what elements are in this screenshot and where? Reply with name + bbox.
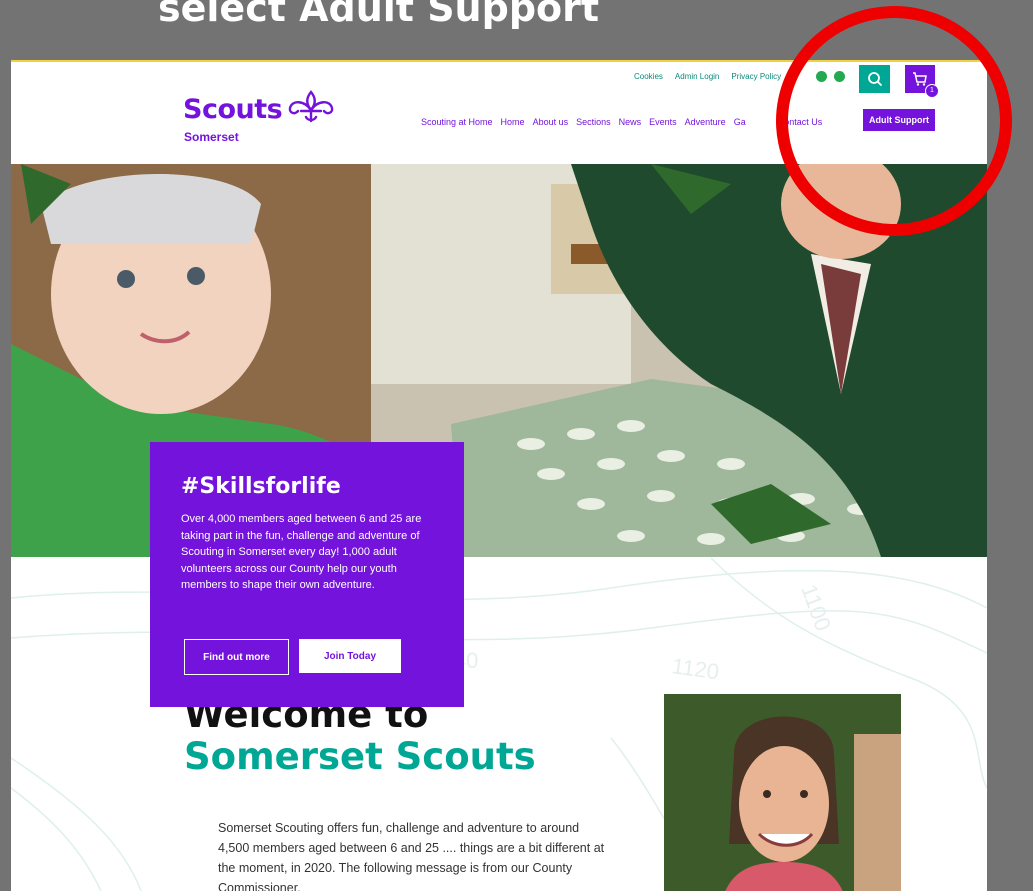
cookies-link[interactable]: Cookies (634, 72, 663, 81)
logo-subtitle: Somerset (184, 130, 239, 144)
scouts-logo[interactable]: Scouts Somerset (183, 90, 334, 144)
utility-links: Cookies Admin Login Privacy Policy (634, 72, 781, 81)
annotation-circle (776, 6, 1012, 236)
hero-title: #Skillsforlife (181, 474, 341, 499)
privacy-policy-link[interactable]: Privacy Policy (731, 72, 781, 81)
hero-buttons: Find out more Join Today (184, 639, 401, 675)
nav-scouting-at-home[interactable]: Scouting at Home (421, 117, 493, 127)
nav-news[interactable]: News (619, 117, 642, 127)
admin-login-link[interactable]: Admin Login (675, 72, 719, 81)
fleur-de-lis-icon (288, 90, 334, 123)
nav-adventure[interactable]: Adventure (685, 117, 726, 127)
nav-sections[interactable]: Sections (576, 117, 611, 127)
nav-about-us[interactable]: About us (533, 117, 569, 127)
topo-label-1120: 1120 (670, 653, 720, 684)
logo-word: Scouts (183, 94, 283, 125)
task-instruction: select Adult Support (158, 0, 600, 30)
hero-card-overlay: #Skillsforlife Over 4,000 members aged b… (150, 442, 464, 707)
main-nav: Scouting at Home Home About us Sections … (421, 117, 830, 127)
nav-gallery-partial[interactable]: Ga (734, 117, 746, 127)
find-out-more-button[interactable]: Find out more (184, 639, 289, 675)
commissioner-portrait (664, 694, 901, 891)
nav-events[interactable]: Events (649, 117, 677, 127)
hero-body: Over 4,000 members aged between 6 and 25… (181, 513, 422, 591)
welcome-intro: Somerset Scouting offers fun, challenge … (218, 821, 605, 891)
topo-label-1100: 1100 (796, 581, 836, 634)
nav-home[interactable]: Home (501, 117, 525, 127)
welcome-title-line2: Somerset Scouts (184, 735, 536, 778)
join-today-button[interactable]: Join Today (299, 639, 401, 673)
